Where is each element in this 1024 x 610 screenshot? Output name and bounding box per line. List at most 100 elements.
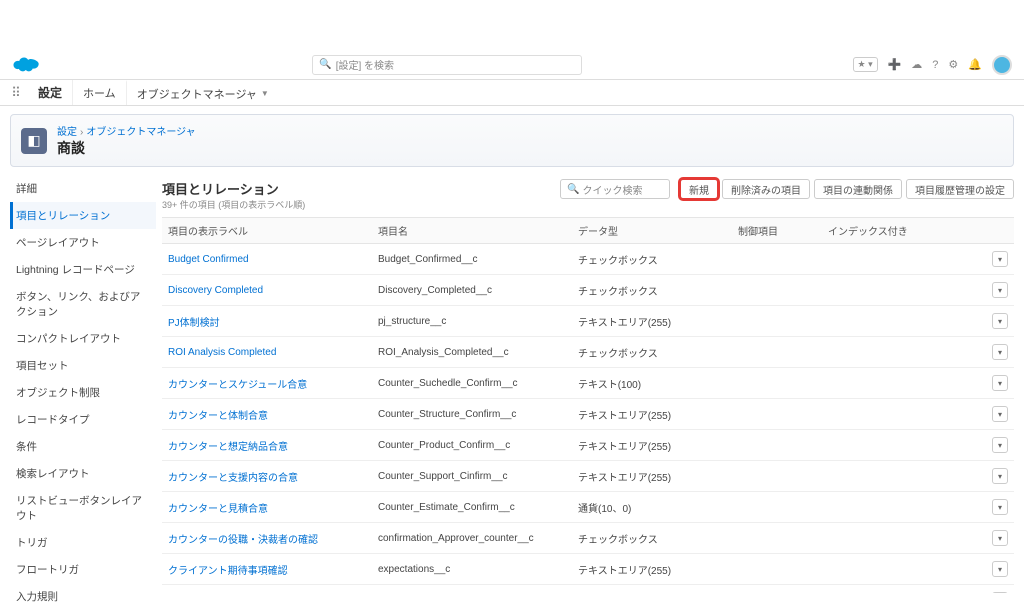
sidebar-item[interactable]: 詳細 (10, 175, 156, 202)
table-row: スケジュール確認schedule_budget_confirm__cテキスト(1… (162, 585, 1014, 594)
row-actions-button[interactable]: ▾ (992, 344, 1008, 360)
sidebar-item[interactable]: 項目とリレーション (10, 202, 156, 229)
row-actions-button[interactable]: ▾ (992, 561, 1008, 577)
sidebar-item[interactable]: 入力規則 (10, 583, 156, 610)
field-label-link[interactable]: スケジュール確認 (162, 585, 372, 594)
table-row: ROI Analysis CompletedROI_Analysis_Compl… (162, 337, 1014, 368)
page-title: 商談 (57, 138, 196, 158)
field-data-type: テキストエリア(255) (572, 430, 732, 461)
row-actions-button[interactable]: ▾ (992, 251, 1008, 267)
field-controlling (732, 368, 822, 399)
field-label-link[interactable]: クライアント期待事項確認 (162, 554, 372, 585)
field-controlling (732, 523, 822, 554)
field-dependencies-button[interactable]: 項目の連動関係 (814, 179, 902, 199)
notifications-icon[interactable]: 🔔 (968, 58, 982, 71)
field-api-name: Counter_Support_Cinfirm__c (372, 461, 572, 492)
row-actions-button[interactable]: ▾ (992, 437, 1008, 453)
global-search-input[interactable]: 🔍 [設定] を検索 (312, 55, 582, 75)
table-row: カウンターと想定納品合意Counter_Product_Confirm__cテキ… (162, 430, 1014, 461)
sidebar-item[interactable]: オブジェクト制限 (10, 379, 156, 406)
field-controlling (732, 585, 822, 594)
field-indexed (822, 492, 986, 523)
sidebar-item[interactable]: ボタン、リンク、およびアクション (10, 283, 156, 325)
field-label-link[interactable]: カウンターと体制合意 (162, 399, 372, 430)
row-actions-button[interactable]: ▾ (992, 468, 1008, 484)
field-api-name: pj_structure__c (372, 306, 572, 337)
help-icon[interactable]: ? (932, 59, 938, 71)
table-row: クライアント期待事項確認expectations__cテキストエリア(255)▾ (162, 554, 1014, 585)
field-label-link[interactable]: Discovery Completed (162, 275, 372, 306)
field-api-name: confirmation_Approver_counter__c (372, 523, 572, 554)
search-icon: 🔍 (319, 59, 331, 70)
field-label-link[interactable]: Budget Confirmed (162, 244, 372, 275)
field-data-type: テキスト(100) (572, 368, 732, 399)
row-actions-button[interactable]: ▾ (992, 499, 1008, 515)
sidebar-item[interactable]: 条件 (10, 433, 156, 460)
breadcrumb[interactable]: 設定›オブジェクトマネージャ (57, 123, 196, 138)
field-controlling (732, 461, 822, 492)
sidebar-item[interactable]: Lightning レコードページ (10, 256, 156, 283)
setup-gear-icon[interactable]: ⚙ (948, 58, 958, 71)
chevron-down-icon: ▼ (261, 89, 269, 98)
salesforce-logo (12, 55, 42, 75)
table-row: PJ体制検討pj_structure__cテキストエリア(255)▾ (162, 306, 1014, 337)
field-controlling (732, 337, 822, 368)
col-header-label[interactable]: 項目の表示ラベル (162, 218, 372, 244)
field-data-type: テキスト(100) (572, 585, 732, 594)
field-data-type: チェックボックス (572, 337, 732, 368)
field-indexed (822, 585, 986, 594)
field-api-name: Counter_Product_Confirm__c (372, 430, 572, 461)
new-button[interactable]: 新規 (680, 179, 718, 199)
deleted-fields-button[interactable]: 削除済みの項目 (722, 179, 810, 199)
row-actions-button[interactable]: ▾ (992, 530, 1008, 546)
sidebar-item[interactable]: リストビューボタンレイアウト (10, 487, 156, 529)
col-header-indexed[interactable]: インデックス付き (822, 218, 986, 244)
field-label-link[interactable]: カウンターの役職・決裁者の確認 (162, 523, 372, 554)
sidebar-item[interactable]: トリガ (10, 529, 156, 556)
field-label-link[interactable]: カウンターと想定納品合意 (162, 430, 372, 461)
sidebar-item[interactable]: 項目セット (10, 352, 156, 379)
add-icon[interactable]: ➕ (888, 58, 902, 71)
table-row: カウンターと体制合意Counter_Structure_Confirm__cテキ… (162, 399, 1014, 430)
col-header-type[interactable]: データ型 (572, 218, 732, 244)
field-label-link[interactable]: カウンターとスケジュール合意 (162, 368, 372, 399)
salesforce-app-icon[interactable]: ☁ (911, 58, 922, 71)
col-header-api[interactable]: 項目名 (372, 218, 572, 244)
sidebar-item[interactable]: コンパクトレイアウト (10, 325, 156, 352)
avatar[interactable] (992, 55, 1012, 75)
field-controlling (732, 430, 822, 461)
field-indexed (822, 368, 986, 399)
table-row: カウンターと支援内容の合意Counter_Support_Cinfirm__cテ… (162, 461, 1014, 492)
field-api-name: Counter_Estimate_Confirm__c (372, 492, 572, 523)
field-controlling (732, 492, 822, 523)
favorites-pill[interactable]: ★ ▾ (853, 57, 878, 72)
table-row: カウンターと見積合意Counter_Estimate_Confirm__c通貨(… (162, 492, 1014, 523)
sidebar-item[interactable]: フロートリガ (10, 556, 156, 583)
field-indexed (822, 554, 986, 585)
field-label-link[interactable]: カウンターと見積合意 (162, 492, 372, 523)
field-data-type: 通貨(10、0) (572, 492, 732, 523)
row-actions-button[interactable]: ▾ (992, 282, 1008, 298)
row-actions-button[interactable]: ▾ (992, 313, 1008, 329)
nav-tab-object-manager[interactable]: オブジェクトマネージャ▼ (126, 80, 279, 105)
sidebar-item[interactable]: 検索レイアウト (10, 460, 156, 487)
table-row: Budget ConfirmedBudget_Confirmed__cチェックボ… (162, 244, 1014, 275)
sidebar-item[interactable]: レコードタイプ (10, 406, 156, 433)
field-label-link[interactable]: ROI Analysis Completed (162, 337, 372, 368)
row-actions-button[interactable]: ▾ (992, 375, 1008, 391)
row-actions-button[interactable]: ▾ (992, 592, 1008, 593)
field-history-button[interactable]: 項目履歴管理の設定 (906, 179, 1014, 199)
row-actions-button[interactable]: ▾ (992, 406, 1008, 422)
search-icon: 🔍 (567, 184, 579, 195)
sidebar-item[interactable]: ページレイアウト (10, 229, 156, 256)
field-controlling (732, 399, 822, 430)
col-header-controlling[interactable]: 制御項目 (732, 218, 822, 244)
app-launcher-icon[interactable]: ⠿ (4, 80, 28, 105)
field-label-link[interactable]: カウンターと支援内容の合意 (162, 461, 372, 492)
field-api-name: Discovery_Completed__c (372, 275, 572, 306)
field-controlling (732, 554, 822, 585)
field-api-name: schedule_budget_confirm__c (372, 585, 572, 594)
nav-tab-home[interactable]: ホーム (72, 80, 126, 105)
quick-find-input[interactable]: 🔍 クイック検索 (560, 179, 670, 199)
field-label-link[interactable]: PJ体制検討 (162, 306, 372, 337)
